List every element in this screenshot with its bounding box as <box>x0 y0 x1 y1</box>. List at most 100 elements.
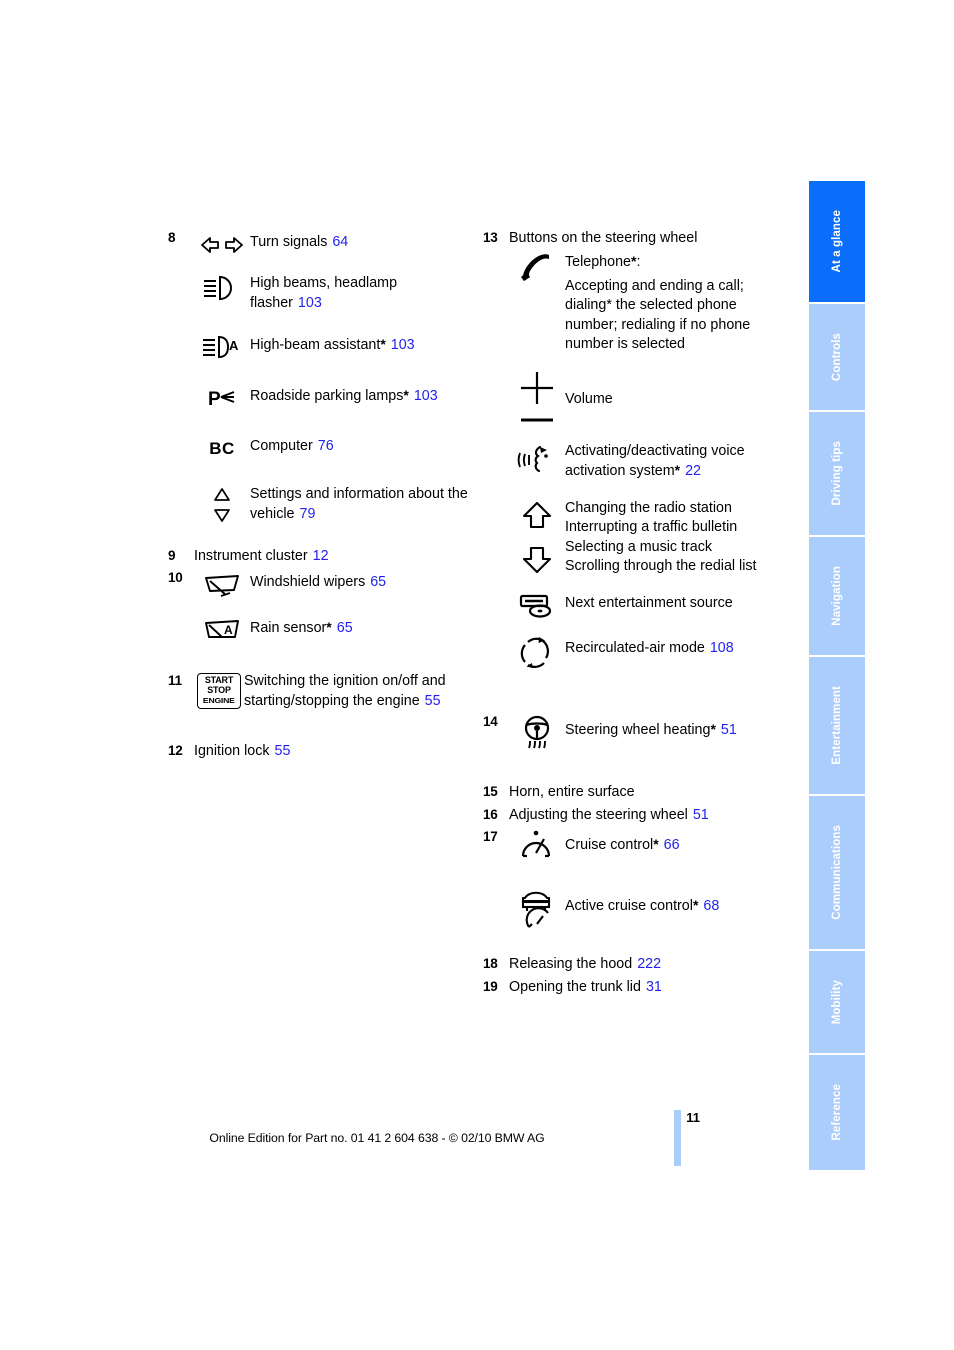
svg-text:A: A <box>224 623 233 637</box>
entry-turn-signals: 8 Turn signals 64 <box>168 228 468 262</box>
tab-at-a-glance[interactable]: At a glance <box>809 181 865 302</box>
entry-high-beams: High beams, headlamp flasher 103 <box>168 273 468 319</box>
computer-ref[interactable]: 76 <box>318 438 334 454</box>
rain-sensor-ref[interactable]: 65 <box>337 620 353 636</box>
entertainment-source-text: Next entertainment source <box>565 589 733 614</box>
adjusting-steering-wheel-label: Adjusting the steering wheel <box>509 806 688 823</box>
computer-label: Computer <box>250 438 313 454</box>
turn-signals-icon <box>194 228 250 262</box>
steering-wheel-heating-text: Steering wheel heating* 51 <box>565 712 737 741</box>
high-beams-ref[interactable]: 103 <box>298 295 322 311</box>
steering-wheel-heating-label: Steering wheel heating <box>565 721 711 738</box>
tab-communications[interactable]: Communications <box>809 795 865 949</box>
active-cruise-control-icon <box>509 884 565 930</box>
voice-activation-text: Activating/deactivating voice activation… <box>565 441 788 482</box>
releasing-hood-text: Releasing the hood 222 <box>509 954 661 974</box>
option-star: * <box>710 720 716 737</box>
tab-reference[interactable]: Reference <box>809 1055 865 1170</box>
entry-volume: Volume <box>483 366 788 430</box>
horn-text: Horn, entire surface <box>509 782 635 802</box>
option-star: * <box>403 387 409 403</box>
entry-recirculated-air: Recirculated-air mode 108 <box>483 634 788 680</box>
windshield-wipers-label: Windshield wipers <box>250 574 366 590</box>
svg-text:P: P <box>208 389 221 410</box>
tab-controls[interactable]: Controls <box>809 303 865 411</box>
recirculated-air-text: Recirculated-air mode 108 <box>565 634 734 659</box>
entry-voice-activation: Activating/deactivating voice activation… <box>483 441 788 487</box>
ignition-lock-ref[interactable]: 55 <box>275 743 291 759</box>
voice-activation-icon <box>509 441 565 487</box>
ignition-lock-text: Ignition lock 55 <box>194 741 290 761</box>
roadside-parking-lamps-ref[interactable]: 103 <box>414 388 438 404</box>
instrument-cluster-ref[interactable]: 12 <box>313 548 329 564</box>
active-cruise-control-ref[interactable]: 68 <box>703 898 719 914</box>
start-stop-engine-ref[interactable]: 55 <box>425 693 441 709</box>
steering-wheel-heating-ref[interactable]: 51 <box>721 722 737 738</box>
tab-entertainment[interactable]: Entertainment <box>809 656 865 794</box>
svg-text:A: A <box>229 338 239 353</box>
item-number-18: 18 <box>483 955 498 971</box>
computer-bc-icon: BC <box>194 432 250 466</box>
high-beam-assistant-ref[interactable]: 103 <box>391 337 415 353</box>
cruise-control-label: Cruise control <box>565 836 654 853</box>
high-beam-assistant-text: High-beam assistant* 103 <box>250 330 415 356</box>
ignition-lock-label: Ignition lock <box>194 743 270 759</box>
adjusting-steering-wheel-ref[interactable]: 51 <box>693 807 709 823</box>
tab-navigation[interactable]: Navigation <box>809 536 865 655</box>
entry-adjusting-steering-wheel: 16 Adjusting the steering wheel 51 <box>483 805 788 825</box>
instrument-cluster-text: Instrument cluster 12 <box>194 546 329 566</box>
windshield-wipers-text: Windshield wipers 65 <box>250 568 386 593</box>
start-stop-engine-icon: START STOP ENGINE <box>194 671 244 717</box>
option-star: * <box>653 835 659 852</box>
telephone-text: Telephone*: Accepting and ending a call;… <box>565 250 788 355</box>
windshield-wipers-ref[interactable]: 65 <box>370 574 386 590</box>
recirculated-air-ref[interactable]: 108 <box>710 640 734 656</box>
radio-arrows-text: Changing the radio station Interrupting … <box>565 498 757 577</box>
voice-activation-ref[interactable]: 22 <box>685 463 701 479</box>
entry-high-beam-assistant: A High-beam assistant* 103 <box>168 330 468 364</box>
instrument-cluster-label: Instrument cluster <box>194 548 308 564</box>
entry-settings-information: Settings and information about the vehic… <box>168 483 468 529</box>
settings-information-ref[interactable]: 79 <box>300 506 316 522</box>
telephone-colon: : <box>636 254 641 270</box>
item-number-15: 15 <box>483 783 498 799</box>
releasing-hood-ref[interactable]: 222 <box>637 956 661 972</box>
left-column: 8 Turn signals 64 High beams, headlamp f… <box>168 228 468 761</box>
turn-signals-text: Turn signals 64 <box>250 228 348 253</box>
rain-sensor-label: Rain sensor <box>250 620 327 636</box>
entry-entertainment-source: Next entertainment source <box>483 589 788 623</box>
entry-rain-sensor: A Rain sensor* 65 <box>168 613 468 647</box>
recirculated-air-label: Recirculated-air mode <box>565 639 705 656</box>
cruise-control-ref[interactable]: 66 <box>664 837 680 853</box>
entry-cruise-control: 17 Cruise control* 66 <box>483 827 788 873</box>
tab-mobility[interactable]: Mobility <box>809 950 865 1054</box>
tab-navigation-label: Navigation <box>831 565 843 626</box>
page-number: 11 <box>686 1110 700 1125</box>
option-star: * <box>692 896 699 913</box>
stop-label: STOP <box>207 684 231 695</box>
entertainment-source-label: Next entertainment source <box>565 594 733 611</box>
entry-steering-wheel-heating: 14 Steering wheel heating* 51 <box>483 712 788 758</box>
tab-communications-label: Communications <box>831 824 843 920</box>
radio-line-2: Interrupting a traffic bulletin <box>565 519 738 535</box>
settings-information-text: Settings and information about the vehic… <box>250 483 468 524</box>
telephone-detail: Accepting and ending a call; dialing* th… <box>565 277 751 353</box>
roadside-parking-lamps-label: Roadside parking lamps <box>250 388 404 404</box>
tab-driving-tips[interactable]: Driving tips <box>809 412 865 535</box>
opening-trunk-lid-ref[interactable]: 31 <box>646 979 662 995</box>
roadside-parking-lamps-icon: P <box>194 381 250 415</box>
rain-sensor-icon: A <box>194 613 250 647</box>
computer-text: Computer 76 <box>250 432 334 457</box>
tab-at-a-glance-label: At a glance <box>831 210 843 273</box>
chapter-tab-strip: At a glance Controls Driving tips Naviga… <box>809 181 865 1170</box>
cruise-control-text: Cruise control* 66 <box>565 827 680 856</box>
high-beams-headlamp-flasher-icon <box>194 273 250 319</box>
right-column: 13 Buttons on the steering wheel Telepho… <box>483 228 788 997</box>
entry-telephone: Telephone*: Accepting and ending a call;… <box>483 250 788 355</box>
turn-signals-ref[interactable]: 64 <box>332 234 348 250</box>
cruise-control-icon <box>509 827 565 873</box>
active-cruise-control-text: Active cruise control* 68 <box>565 884 719 917</box>
adjusting-steering-wheel-text: Adjusting the steering wheel 51 <box>509 805 709 825</box>
engine-label: ENGINE <box>203 696 235 706</box>
volume-text: Volume <box>565 366 613 410</box>
